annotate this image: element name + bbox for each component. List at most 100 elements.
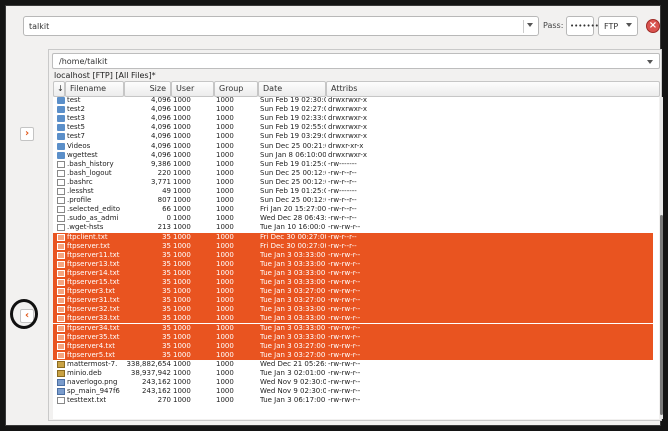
file-size: 35 [162,278,171,286]
sort-arrow-icon[interactable]: ↓ [53,81,65,97]
file-row[interactable]: .selected_edito 66 1000 1000 Fri Jan 20 15:2… [53,205,653,214]
file-attribs: -rw-r--r-- [328,232,357,241]
file-row[interactable]: ftpserver32.txt 35 1000 1000 Tue Jan 3 03:33… [53,305,653,315]
chevron-down-icon[interactable] [647,60,653,64]
file-row[interactable]: test2 4,096 1000 1000 Sun Feb 19 02:27:0 drwx… [53,105,653,114]
file-attribs: -rw-rw-r-- [328,341,361,350]
file-row[interactable]: naverlogo.png 243,162 1000 1000 Wed Nov 9 02… [53,378,653,387]
file-name: test5 [67,123,85,132]
file-icon [57,178,65,186]
file-row[interactable]: ftpserver14.txt 35 1000 1000 Tue Jan 3 03:33… [53,268,653,278]
file-row[interactable]: minio.deb 38,937,942 1000 1000 Tue Jan 3 02:… [53,369,653,378]
file-user: 1000 [173,232,191,241]
file-row[interactable]: .wget-hsts 213 1000 1000 Tue Jan 10 16:00:0-… [53,223,653,232]
chevron-down-icon[interactable] [626,23,632,27]
file-date: Tue Jan 3 02:01:00 [260,369,326,377]
column-header-size[interactable]: Size [124,81,171,97]
file-icon [57,333,65,341]
file-row[interactable]: ftpserver13.txt 35 1000 1000 Tue Jan 3 03:33… [53,259,653,269]
file-size: 35 [162,305,171,314]
close-icon[interactable]: × [646,19,660,33]
column-header-group[interactable]: Group [214,81,258,97]
file-icon [57,224,65,232]
file-user: 1000 [173,305,191,314]
chevron-right-icon[interactable]: › [20,127,34,141]
file-row[interactable]: ftpserver11.txt 35 1000 1000 Tue Jan 3 03:33… [53,250,653,260]
file-size: 9,386 [150,159,171,168]
file-row[interactable]: test3 4,096 1000 1000 Sun Feb 19 02:33:0 drwx… [53,114,653,123]
file-row[interactable]: .sudo_as_admi 0 1000 1000 Wed Dec 28 06:43: -… [53,214,653,223]
file-name: .lesshst [67,187,94,195]
file-name: test [67,97,81,104]
column-header-user[interactable]: User [171,81,214,97]
file-icon [57,324,65,332]
file-row[interactable]: test5 4,096 1000 1000 Sun Feb 19 02:55:0 drwx… [53,123,653,132]
file-row[interactable]: .lesshst 49 1000 1000 Sun Feb 19 01:25:0 -rw-… [53,187,653,196]
file-attribs: drwxrwxr-x [328,114,368,123]
vertical-scrollbar[interactable] [660,97,663,419]
file-row[interactable]: Videos 4,096 1000 1000 Sun Dec 25 00:21:0 drw… [53,142,653,151]
file-row[interactable]: test7 4,096 1000 1000 Sun Feb 19 03:29:0 drwx… [53,132,653,141]
protocol-select[interactable]: FTP [598,16,638,36]
file-icon [57,206,65,214]
file-row[interactable]: ftpserver4.txt 35 1000 1000 Tue Jan 3 03:27:… [53,341,653,351]
file-user: 1000 [173,369,191,377]
file-row[interactable]: ftpserver31.txt 35 1000 1000 Tue Jan 3 03:27… [53,296,653,306]
file-user: 1000 [173,214,191,223]
file-user: 1000 [173,268,191,277]
file-name: ftpserver35.txt [67,332,120,341]
pass-label: Pass: [543,21,564,30]
file-name: ftpserver31.txt [67,296,120,305]
file-attribs: -rw-rw-r-- [328,396,361,405]
host-combobox[interactable]: talkit [23,16,539,36]
file-date: Sun Dec 25 00:21:0 [260,141,326,150]
location-label: localhost [FTP] [All Files]* [54,71,156,80]
file-row[interactable]: ftpserver5.txt 35 1000 1000 Tue Jan 3 03:27:… [53,350,653,360]
file-name: ftpserver.txt [67,241,110,250]
file-row[interactable]: .bashrc 3,771 1000 1000 Sun Dec 25 00:12:0 -r… [53,178,653,187]
file-icon [57,188,65,195]
file-date: Fri Dec 30 00:27:00 [260,232,326,241]
column-header-attribs[interactable]: Attribs [326,81,660,97]
file-row[interactable]: ftpserver34.txt 35 1000 1000 Tue Jan 3 03:33… [53,323,653,333]
file-row[interactable]: testtext.txt 270 1000 1000 Tue Jan 3 06:17:0… [53,396,653,405]
file-row[interactable]: ftpserver33.txt 35 1000 1000 Tue Jan 3 03:33… [53,314,653,324]
file-user: 1000 [173,105,191,114]
file-name: ftpclient.txt [67,232,108,241]
path-combobox[interactable]: /home/talkit [52,53,660,69]
file-name: test2 [67,105,85,114]
file-user: 1000 [173,205,191,214]
scrollbar-thumb[interactable] [660,215,663,415]
file-attribs: drwxrwxr-x [328,123,368,132]
file-group: 1000 [216,287,234,296]
password-field[interactable]: •••••••• [566,16,603,36]
file-row[interactable]: .profile 807 1000 1000 Sun Dec 25 00:12:0 -rw… [53,196,653,205]
column-header-date[interactable]: Date [258,81,326,97]
file-date: Sun Dec 25 00:12:0 [260,168,326,177]
file-size: 66 [162,205,171,214]
file-attribs: -rw-rw-r-- [328,359,361,368]
file-user: 1000 [173,177,191,186]
file-list: test 4,096 1000 1000 Sun Feb 19 02:30:0 drwxr… [53,97,659,419]
package-icon [57,360,65,368]
file-attribs: -rw-rw-r-- [328,296,361,305]
file-name: .sudo_as_admi [67,214,119,223]
file-group: 1000 [216,396,234,405]
file-icon [57,197,65,205]
file-row[interactable]: sp_main_947f6 243,162 1000 1000 Wed Nov 9 02… [53,387,653,396]
file-row[interactable]: ftpserver.txt 35 1000 1000 Fri Dec 30 00:27:… [53,241,653,251]
folder-icon [57,124,65,132]
file-row[interactable]: test 4,096 1000 1000 Sun Feb 19 02:30:0 drwxr… [53,97,653,105]
file-row[interactable]: ftpclient.txt 35 1000 1000 Fri Dec 30 00:27:… [53,232,653,242]
file-attribs: drwxrwxr-x [328,97,368,104]
file-row[interactable]: ftpserver3.txt 35 1000 1000 Tue Jan 3 03:27:… [53,287,653,297]
column-header-filename[interactable]: Filename [65,81,124,97]
file-row[interactable]: ftpserver15.txt 35 1000 1000 Tue Jan 3 03:33… [53,278,653,287]
file-row[interactable]: .bash_logout 220 1000 1000 Sun Dec 25 00:12:… [53,169,653,178]
chevron-down-icon[interactable] [527,23,533,27]
file-row[interactable]: .bash_history 9,386 1000 1000 Sun Feb 19 01:… [53,160,653,169]
file-row[interactable]: mattermost-7. 338,882,654 1000 1000 Wed Dec … [53,360,653,369]
file-row[interactable]: ftpserver35.txt 35 1000 1000 Tue Jan 3 03:33… [53,332,653,342]
file-row[interactable]: wgettest 4,096 1000 1000 Sun Jan 8 06:10:00 d… [53,151,653,160]
file-icon [57,242,65,250]
